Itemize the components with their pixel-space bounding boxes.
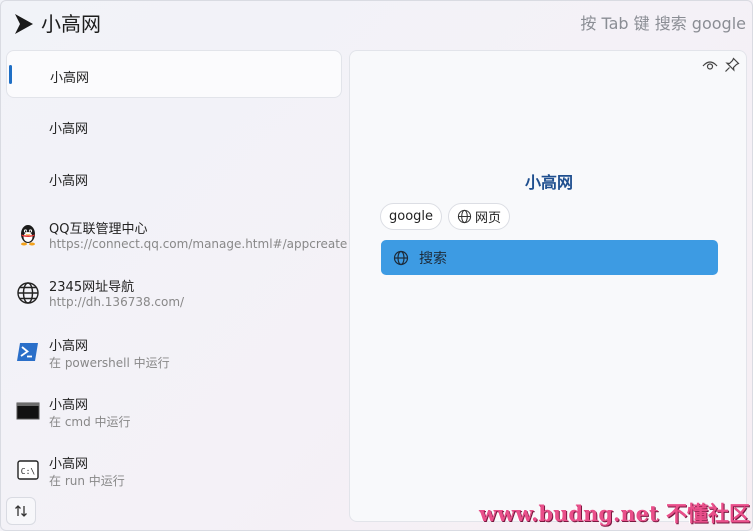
search-input-hint[interactable]: 按 Tab 键 搜索 google xyxy=(580,13,746,35)
tag-chips: google 网页 xyxy=(380,203,511,230)
list-item[interactable]: 小高网 xyxy=(6,154,342,202)
list-item-subtitle: 在 run 中运行 xyxy=(49,474,125,488)
list-item-title: 2345网址导航 xyxy=(49,280,135,295)
svg-text:C:\: C:\ xyxy=(21,467,36,476)
chip-webpage[interactable]: 网页 xyxy=(448,203,511,230)
run-icon: C:\ xyxy=(17,460,39,480)
list-item-subtitle: 在 cmd 中运行 xyxy=(49,415,131,429)
list-item[interactable]: 小高网 xyxy=(6,50,342,98)
list-item[interactable]: 2345网址导航 http://dh.136738.com/ xyxy=(6,269,342,317)
chip-label: google xyxy=(389,209,434,224)
list-item-title: 小高网 xyxy=(49,457,89,472)
cmd-icon xyxy=(16,402,40,420)
chevron-right-logo-icon xyxy=(15,14,33,34)
list-item-subtitle: 在 powershell 中运行 xyxy=(49,356,170,370)
chip-label: 网页 xyxy=(475,211,502,226)
list-item[interactable]: 小高网 在 powershell 中运行 xyxy=(6,328,342,376)
pin-icon[interactable] xyxy=(724,57,740,73)
list-item-subtitle: https://connect.qq.com/manage.html#/appc… xyxy=(49,237,348,251)
globe-icon xyxy=(17,282,39,304)
list-item-title: 小高网 xyxy=(49,398,89,413)
globe-icon xyxy=(457,209,472,224)
launcher-window: 小高网 按 Tab 键 搜索 google 小高网 小高网 小高网 QQ互联管理… xyxy=(0,0,753,531)
list-item-subtitle: http://dh.136738.com/ xyxy=(49,295,185,309)
panel-toolbar xyxy=(702,57,740,73)
list-item-title: QQ互联管理中心 xyxy=(49,222,148,237)
selection-indicator xyxy=(9,65,12,84)
qq-penguin-icon xyxy=(21,225,35,246)
globe-icon xyxy=(393,250,409,265)
list-item[interactable]: QQ互联管理中心 https://connect.qq.com/manage.h… xyxy=(6,211,347,259)
powershell-icon xyxy=(17,343,38,361)
sort-toggle-button[interactable] xyxy=(6,497,36,525)
list-item-title: 小高网 xyxy=(50,71,90,86)
list-item-title: 小高网 xyxy=(49,174,89,189)
header: 小高网 按 Tab 键 搜索 google xyxy=(1,1,752,47)
swap-vertical-icon xyxy=(15,505,27,517)
eye-icon[interactable] xyxy=(702,57,718,73)
list-item-title: 小高网 xyxy=(49,339,89,354)
search-action-button[interactable]: 搜索 xyxy=(381,240,718,275)
list-item[interactable]: C:\ 小高网 在 run 中运行 xyxy=(6,446,342,494)
chip-google[interactable]: google xyxy=(380,203,443,230)
watermark: www.budng.net 不懂社区 xyxy=(479,501,750,526)
list-item[interactable]: 小高网 在 cmd 中运行 xyxy=(6,387,342,435)
result-list: 小高网 小高网 小高网 QQ互联管理中心 https://connect.qq.… xyxy=(6,50,347,490)
list-item[interactable]: 小高网 xyxy=(6,102,342,150)
preview-title: 小高网 xyxy=(524,173,573,192)
app-title: 小高网 xyxy=(41,12,101,36)
preview-panel: 小高网 google 网页 搜索 xyxy=(349,50,747,522)
list-item-title: 小高网 xyxy=(49,122,89,137)
action-label: 搜索 xyxy=(419,250,447,267)
